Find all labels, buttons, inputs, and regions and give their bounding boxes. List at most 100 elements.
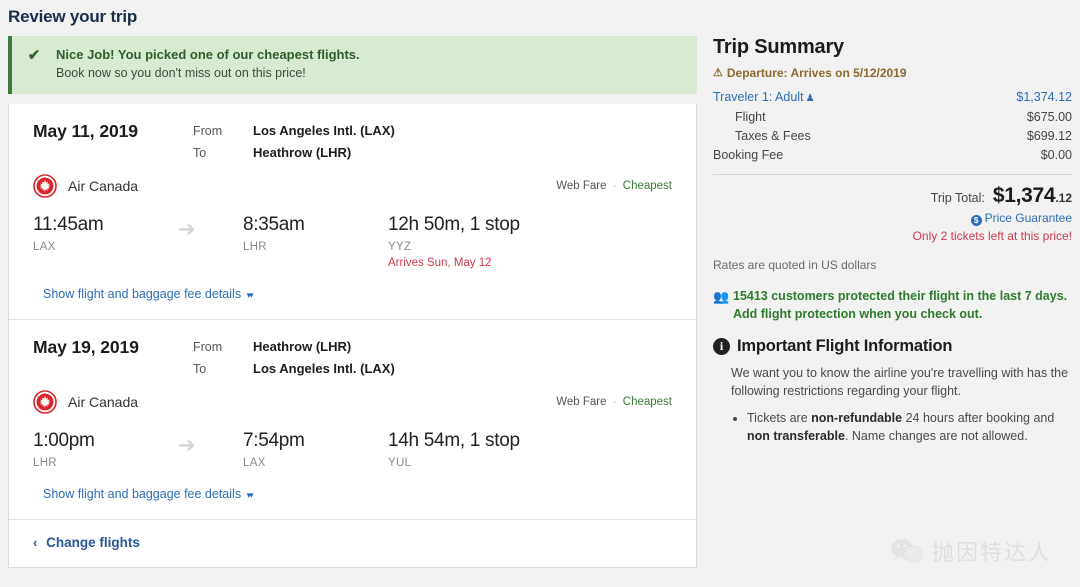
departure-code: LHR <box>33 457 57 469</box>
fare-tag: Web Fare · Cheapest <box>556 396 672 408</box>
chevron-double-down-icon: ▾▾ <box>246 290 254 300</box>
taxes-label: Taxes & Fees <box>735 129 811 143</box>
cheapest-badge: Cheapest <box>622 396 672 408</box>
airline-name: Air Canada <box>68 178 139 194</box>
check-icon: ✔ <box>27 47 41 64</box>
stop-airport-code: YUL <box>388 457 412 469</box>
table-row-traveler[interactable]: Traveler 1: Adult ♟ $1,374.12 <box>713 88 1072 108</box>
flight-segment-return: May 19, 2019 From To Heathrow (LHR) Los … <box>9 319 696 519</box>
details-link-label: Show flight and baggage fee details <box>43 487 242 501</box>
departure-warning-text: Departure: Arrives on 5/12/2019 <box>726 66 907 80</box>
price-guarantee-label: Price Guarantee <box>984 211 1072 225</box>
table-row-taxes: Taxes & Fees $699.12 <box>713 127 1072 146</box>
taxes-amount: $699.12 <box>1026 129 1072 143</box>
price-guarantee-link[interactable]: $ Price Guarantee <box>713 211 1072 226</box>
arrival-time: 7:54pm <box>243 430 305 451</box>
segment-header: May 19, 2019 From To Heathrow (LHR) Los … <box>33 336 672 380</box>
traveler-amount: $1,374.12 <box>1016 90 1072 104</box>
stop-airport-code: YYZ <box>388 241 412 253</box>
segment-date: May 19, 2019 <box>33 337 139 357</box>
from-label: From <box>193 124 223 138</box>
warning-triangle-icon: ⚠ <box>713 66 723 79</box>
dollar-coin-icon: $ <box>970 215 982 226</box>
duration-block: 14h 54m, 1 stop YUL <box>388 429 672 469</box>
destination-airport: Los Angeles Intl. (LAX) <box>253 361 395 376</box>
traveler-label: Traveler 1: Adult ♟ <box>713 90 815 104</box>
departure-block: 11:45am LAX <box>33 213 178 253</box>
itinerary-column: ✔ Nice Job! You picked one of our cheape… <box>0 27 705 568</box>
origin-airport: Heathrow (LHR) <box>253 339 352 354</box>
arrow-right-icon: ➔ <box>178 218 196 241</box>
arrival-block: 8:35am LHR <box>243 213 388 253</box>
person-icon: ♟ <box>805 93 815 104</box>
trip-total-amount: $1,374 <box>992 184 1056 207</box>
duration-text: 12h 50m, 1 stop <box>388 214 520 235</box>
arrives-next-day-note: Arrives Sun, May 12 <box>388 257 492 269</box>
fare-type: Web Fare <box>556 180 607 192</box>
air-canada-logo <box>33 390 57 414</box>
cheapest-flight-banner: ✔ Nice Job! You picked one of our cheape… <box>8 36 697 94</box>
duration-text: 14h 54m, 1 stop <box>388 430 520 451</box>
from-to-values: Los Angeles Intl. (LAX) Heathrow (LHR) <box>253 120 672 164</box>
times-row: 11:45am LAX ➔ 8:35am LHR 12h 50m, 1 stop… <box>33 213 672 275</box>
from-to-values: Heathrow (LHR) Los Angeles Intl. (LAX) <box>253 336 672 380</box>
card-footer: ‹ Change flights <box>9 519 696 567</box>
banner-text-group: Nice Job! You picked one of our cheapest… <box>56 47 370 82</box>
trip-summary-column: Trip Summary ⚠ Departure: Arrives on 5/1… <box>705 27 1080 445</box>
important-info-body: We want you to know the airline you're t… <box>731 366 1069 398</box>
from-to-labels: From To <box>193 336 253 380</box>
fare-tag: Web Fare · Cheapest <box>556 180 672 192</box>
trip-total-label: Trip Total: <box>930 191 985 205</box>
important-flight-information-header: i Important Flight Information <box>713 337 1072 356</box>
people-protected-icon: 👥 <box>713 289 730 304</box>
change-flights-button[interactable]: ‹ Change flights <box>33 535 140 550</box>
trip-total-row: Trip Total: $1,374.12 <box>713 184 1072 208</box>
flight-card: May 11, 2019 From To Los Angeles Intl. (… <box>8 104 697 568</box>
arrival-code: LAX <box>243 457 266 469</box>
cheapest-badge: Cheapest <box>622 180 672 192</box>
trip-total-cents: .12 <box>1055 191 1072 205</box>
flight-protection-promo: 👥 15413 customers protected their flight… <box>713 287 1072 323</box>
origin-airport: Los Angeles Intl. (LAX) <box>253 123 395 138</box>
from-label: From <box>193 340 223 354</box>
booking-fee-amount: $0.00 <box>1040 148 1072 162</box>
change-flights-label: Change flights <box>46 535 140 550</box>
fare-separator: · <box>612 180 617 192</box>
airline-name: Air Canada <box>68 394 139 410</box>
table-row-booking-fee: Booking Fee $0.00 <box>713 146 1072 165</box>
flight-protection-text: 15413 customers protected their flight i… <box>733 289 1068 321</box>
rates-currency-note: Rates are quoted in US dollars <box>713 258 877 272</box>
important-info-title: Important Flight Information <box>737 337 953 355</box>
page-title: Review your trip <box>8 7 138 26</box>
destination-airport: Heathrow (LHR) <box>253 145 352 160</box>
show-flight-baggage-details-link-return[interactable]: Show flight and baggage fee details ▾▾ <box>43 487 254 501</box>
tickets-left-warning: Only 2 tickets left at this price! <box>912 229 1072 243</box>
arrival-time: 8:35am <box>243 214 305 235</box>
departure-code: LAX <box>33 241 56 253</box>
fare-separator: · <box>612 396 617 408</box>
from-to-labels: From To <box>193 120 253 164</box>
flight-label: Flight <box>735 110 766 124</box>
banner-subtitle: Book now so you don't miss out on this p… <box>56 66 306 80</box>
fare-type: Web Fare <box>556 396 607 408</box>
show-flight-baggage-details-link-outbound[interactable]: Show flight and baggage fee details ▾▾ <box>43 287 254 301</box>
main-layout: ✔ Nice Job! You picked one of our cheape… <box>0 27 1080 568</box>
price-breakdown-table: Traveler 1: Adult ♟ $1,374.12 Flight $675… <box>713 88 1072 165</box>
arrow-right-icon: ➔ <box>178 434 196 457</box>
important-info-bullets: Tickets are non-refundable 24 hours afte… <box>747 409 1072 445</box>
flight-segment-outbound: May 11, 2019 From To Los Angeles Intl. (… <box>9 104 696 319</box>
departure-time: 11:45am <box>33 214 104 235</box>
departure-warning: ⚠ Departure: Arrives on 5/12/2019 <box>713 66 1072 80</box>
to-label: To <box>193 362 207 376</box>
segment-date: May 11, 2019 <box>33 121 138 141</box>
divider <box>713 174 1072 175</box>
air-canada-logo <box>33 174 57 198</box>
booking-fee-label: Booking Fee <box>713 148 784 162</box>
arrival-code: LHR <box>243 241 267 253</box>
list-item: Tickets are non-refundable 24 hours afte… <box>747 409 1072 445</box>
banner-title: Nice Job! You picked one of our cheapest… <box>56 47 360 62</box>
segment-header: May 11, 2019 From To Los Angeles Intl. (… <box>33 120 672 164</box>
airline-row: Air Canada Web Fare · Cheapest <box>33 172 672 200</box>
chevron-double-down-icon: ▾▾ <box>246 490 254 500</box>
duration-block: 12h 50m, 1 stop YYZ Arrives Sun, May 12 <box>388 213 672 269</box>
